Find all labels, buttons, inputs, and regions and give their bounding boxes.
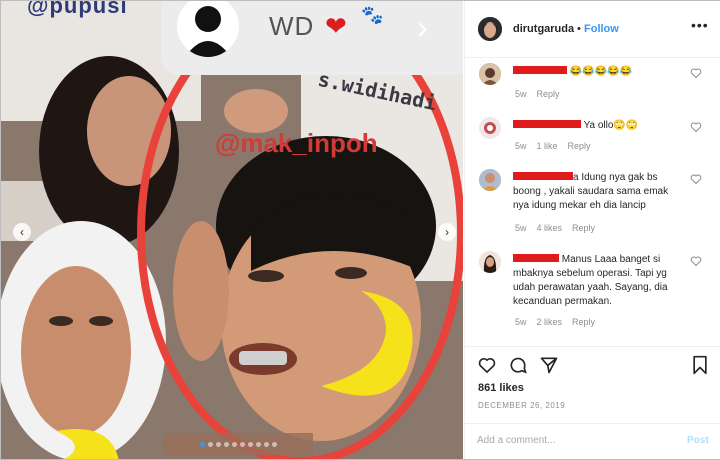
header-separator: • xyxy=(577,23,581,35)
post-side-panel: dirutgaruda • Follow ••• 😂😂😂😂😂 5w Reply xyxy=(464,1,720,459)
comment-text-block: Ya ollo🙄🙄 xyxy=(513,119,685,133)
commenter-avatar[interactable] xyxy=(479,251,501,273)
bookmark-icon[interactable] xyxy=(691,355,709,375)
carousel-dot xyxy=(215,441,221,447)
carousel-dot xyxy=(247,441,253,447)
story-label: WD xyxy=(269,11,315,41)
author-avatar[interactable] xyxy=(478,17,502,41)
carousel-dot xyxy=(199,441,205,447)
avatar-image xyxy=(478,17,502,41)
like-heart-icon[interactable] xyxy=(690,121,702,133)
like-heart-icon[interactable] xyxy=(690,255,702,267)
like-heart-icon[interactable] xyxy=(690,173,702,185)
comment-likes[interactable]: 2 likes xyxy=(537,317,563,327)
silhouette-icon xyxy=(185,6,231,57)
paw-icon: 🐾 xyxy=(361,5,384,25)
comment-meta: 5w Reply xyxy=(515,89,570,99)
avatar-image xyxy=(479,251,501,273)
comment-meta: 5w 4 likes Reply xyxy=(515,223,605,233)
reply-button[interactable]: Reply xyxy=(537,89,560,99)
more-horizontal-icon[interactable]: ••• xyxy=(691,17,709,33)
comment-likes[interactable]: 1 like xyxy=(537,141,558,151)
add-comment-bar: Post xyxy=(465,423,720,460)
story-overlay: WD ❤ 🐾 › xyxy=(161,1,463,75)
redacted-username xyxy=(513,254,559,262)
carousel-dot xyxy=(271,441,277,447)
carousel-dot xyxy=(231,441,237,447)
like-heart-icon[interactable] xyxy=(477,355,497,375)
comment-likes[interactable]: 4 likes xyxy=(537,223,563,233)
carousel-dot xyxy=(239,441,245,447)
carousel-dot xyxy=(255,441,261,447)
avatar-image xyxy=(479,169,501,191)
carousel-dot xyxy=(263,441,269,447)
redacted-username xyxy=(513,120,581,128)
reply-button[interactable]: Reply xyxy=(568,141,591,151)
avatar-image xyxy=(479,117,501,139)
comment-meta: 5w 1 like Reply xyxy=(515,141,601,151)
follow-button[interactable]: Follow xyxy=(584,23,619,35)
comment-icon[interactable] xyxy=(508,355,528,375)
avatar-image xyxy=(479,63,501,85)
comment-text-block: a Idung nya gak bs boong , yakali saudar… xyxy=(513,171,685,213)
redacted-username xyxy=(513,172,573,180)
chevron-right-icon: › xyxy=(417,9,428,45)
commenter-avatar[interactable] xyxy=(479,169,501,191)
comment-text: Ya ollo🙄🙄 xyxy=(581,120,639,131)
carousel-dot xyxy=(207,441,213,447)
heart-icon: ❤ xyxy=(325,11,347,41)
story-avatar xyxy=(177,1,239,57)
author-username[interactable]: dirutgaruda xyxy=(513,23,574,35)
post-header: dirutgaruda • Follow ••• xyxy=(465,1,720,58)
carousel-prev-button[interactable]: ‹ xyxy=(13,223,31,241)
comment-time: 5w xyxy=(515,89,527,99)
comment-text-block: 😂😂😂😂😂 xyxy=(513,65,685,79)
reply-button[interactable]: Reply xyxy=(572,223,595,233)
post-comment-button[interactable]: Post xyxy=(687,435,709,446)
commenter-avatar[interactable] xyxy=(479,117,501,139)
redacted-username xyxy=(513,66,567,74)
like-heart-icon[interactable] xyxy=(690,67,702,79)
share-icon[interactable] xyxy=(539,355,559,375)
comment-time: 5w xyxy=(515,317,527,327)
likes-count[interactable]: 861 likes xyxy=(478,382,524,394)
post-date: DECEMBER 26, 2019 xyxy=(478,401,566,410)
carousel-dots xyxy=(163,433,313,455)
carousel-next-button[interactable]: › xyxy=(438,223,456,241)
watermark-top: @pupusi xyxy=(27,1,128,18)
instagram-post-window: @pupusi s.widihadi @mak_inpoh WD ❤ 🐾 › ‹… xyxy=(0,0,720,460)
action-bar xyxy=(465,346,720,387)
post-media[interactable]: @pupusi s.widihadi @mak_inpoh WD ❤ 🐾 › ‹… xyxy=(1,1,463,459)
comment-time: 5w xyxy=(515,141,527,151)
commenter-avatar[interactable] xyxy=(479,63,501,85)
add-comment-input[interactable] xyxy=(477,435,667,446)
carousel-dot xyxy=(223,441,229,447)
comment-text-block: Manus Laaa banget si mbaknya sebelum ope… xyxy=(513,253,685,309)
comment-time: 5w xyxy=(515,223,527,233)
comment-meta: 5w 2 likes Reply xyxy=(515,317,605,327)
watermark-mak-inpoh: @mak_inpoh xyxy=(215,128,378,158)
comment-text: 😂😂😂😂😂 xyxy=(567,66,633,77)
reply-button[interactable]: Reply xyxy=(572,317,595,327)
